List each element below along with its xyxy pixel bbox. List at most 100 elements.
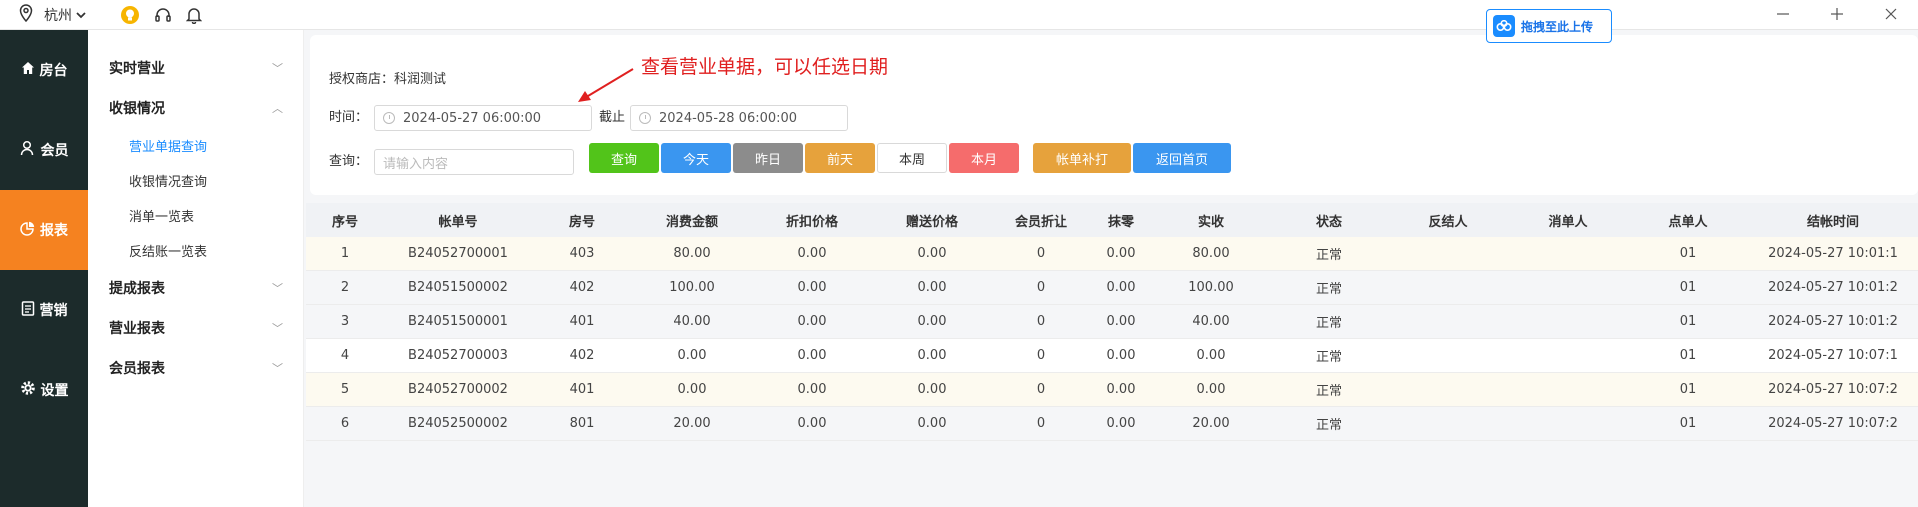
table-cell: B24051500001 [408, 314, 508, 329]
day-before-button[interactable]: 前天 [805, 143, 875, 173]
title-bar: 杭州 [0, 0, 1918, 30]
table-cell: 0.00 [917, 348, 947, 363]
this-week-button[interactable]: 本周 [877, 143, 947, 173]
column-header: 消单人 [1548, 214, 1588, 230]
column-header: 帐单号 [438, 214, 478, 230]
clock-icon [383, 112, 395, 124]
reprint-bill-button[interactable]: 帐单补打 [1033, 143, 1131, 173]
column-header: 抹零 [1107, 214, 1134, 230]
start-time-input[interactable]: 2024-05-27 06:00:00 [374, 105, 592, 131]
table-cell: 0 [1036, 348, 1046, 363]
table-cell: 正常 [1315, 248, 1342, 263]
column-header: 会员折让 [1014, 214, 1067, 230]
home-icon [21, 61, 35, 79]
yesterday-button[interactable]: 昨日 [733, 143, 803, 173]
nav-marketing[interactable]: 营销 [0, 270, 88, 350]
table-cell: 0.00 [797, 246, 827, 261]
table-cell: 正常 [1315, 282, 1342, 297]
nav-label: 会员 [40, 143, 69, 159]
bell-icon[interactable] [186, 6, 202, 24]
table-cell: 0 [1036, 416, 1046, 431]
nav-rooms[interactable]: 房台 [0, 30, 88, 110]
clipboard-icon [21, 300, 35, 320]
submenu-item-void-list[interactable]: 消单一览表 [88, 198, 303, 233]
table-row[interactable]: 5 B24052700002 401 0.00 0.00 0.00 0 0.00 0.00 正常 0… [306, 373, 1918, 407]
city-selector[interactable]: 杭州 [44, 5, 86, 25]
end-label: 截止 [599, 110, 626, 125]
table-cell: 01 [1679, 246, 1697, 261]
search-placeholder: 请输入内容 [383, 156, 449, 172]
minimize-icon[interactable] [1776, 5, 1790, 26]
table-cell: 正常 [1315, 350, 1342, 365]
column-header: 房号 [568, 214, 595, 230]
nav-reports[interactable]: 报表 [0, 190, 88, 270]
table-cell: 0.00 [917, 246, 947, 261]
nav-members[interactable]: 会员 [0, 110, 88, 190]
table-cell: 100.00 [1188, 280, 1234, 295]
table-cell: 40.00 [673, 314, 711, 329]
bulb-icon[interactable] [120, 5, 140, 25]
table-cell: 0 [1036, 382, 1046, 397]
nav-label: 报表 [40, 223, 68, 239]
drag-upload-button[interactable]: 拖拽至此上传 [1486, 9, 1612, 43]
table-cell: B24052700003 [408, 348, 508, 363]
table-row[interactable]: 1 B24052700001 403 80.00 0.00 0.00 0 0.00 80.00 正… [306, 237, 1918, 271]
table-cell: 正常 [1315, 384, 1342, 399]
maximize-icon[interactable] [1830, 5, 1844, 26]
chevron-up-icon: ︿ [272, 102, 283, 115]
submenu-cashier[interactable]: 收银情况 ︿ [88, 88, 303, 128]
submenu-group-label: 提成报表 [109, 281, 165, 297]
query-label: 查询： [329, 154, 369, 169]
table-cell: 1 [340, 246, 350, 261]
this-month-button[interactable]: 本月 [949, 143, 1019, 173]
table-cell: 403 [569, 246, 595, 261]
bill-table: 序号 帐单号 房号 消费金额 折扣价格 赠送价格 会员折让 抹零 实收 状态 反结人 消单人 点单人 结帐… [306, 203, 1918, 441]
nav-settings[interactable]: 设置 [0, 350, 88, 430]
submenu-item-cashier-query[interactable]: 收银情况查询 [88, 163, 303, 198]
table-cell: 2 [340, 280, 350, 295]
table-cell: 401 [569, 314, 595, 329]
query-button[interactable]: 查询 [589, 143, 659, 173]
table-cell: 0.00 [797, 314, 827, 329]
submenu-item-reverse-list[interactable]: 反结账一览表 [88, 233, 303, 268]
table-row[interactable]: 2 B24051500002 402 100.00 0.00 0.00 0 0.00 100.0… [306, 271, 1918, 305]
submenu-realtime[interactable]: 实时营业 ﹀ [88, 48, 303, 88]
submenu-item-bill-query[interactable]: 营业单据查询 [88, 128, 303, 163]
table-cell: 3 [340, 314, 350, 329]
user-icon [20, 140, 36, 160]
table-cell: 80.00 [673, 246, 711, 261]
table-cell: 0.00 [1106, 348, 1136, 363]
annotation-text: 查看营业单据，可以任选日期 [641, 56, 889, 78]
table-cell: 0.00 [917, 280, 947, 295]
table-cell: 0.00 [917, 382, 947, 397]
submenu-commission[interactable]: 提成报表 ﹀ [88, 268, 303, 308]
table-cell: 5 [340, 382, 350, 397]
table-row[interactable]: 3 B24051500001 401 40.00 0.00 0.00 0 0.00 40.00 正… [306, 305, 1918, 339]
search-input[interactable]: 请输入内容 [374, 149, 574, 175]
close-icon[interactable] [1884, 5, 1898, 26]
column-header: 反结人 [1428, 214, 1468, 230]
table-cell: 0.00 [1106, 416, 1136, 431]
table-cell: 0.00 [797, 348, 827, 363]
submenu-member[interactable]: 会员报表 ﹀ [88, 348, 303, 388]
today-button[interactable]: 今天 [661, 143, 731, 173]
submenu-group-label: 实时营业 [109, 61, 165, 77]
table-row[interactable]: 6 B24052500002 801 20.00 0.00 0.00 0 0.00 20.00 正… [306, 407, 1918, 441]
end-time-input[interactable]: 2024-05-28 06:00:00 [630, 105, 848, 131]
return-home-button[interactable]: 返回首页 [1133, 143, 1231, 173]
table-cell: 0 [1036, 280, 1046, 295]
cloud-upload-icon [1493, 15, 1515, 37]
chevron-down-icon: ﹀ [272, 62, 283, 75]
clock-icon [639, 112, 651, 124]
headset-icon[interactable] [154, 6, 172, 24]
nav-label: 营销 [39, 303, 68, 319]
chevron-down-icon [76, 7, 86, 23]
submenu-business[interactable]: 营业报表 ﹀ [88, 308, 303, 348]
table-cell: 402 [569, 280, 595, 295]
table-row[interactable]: 4 B24052700003 402 0.00 0.00 0.00 0 0.00 0.00 正常 0… [306, 339, 1918, 373]
report-submenu: 实时营业 ﹀ 收银情况 ︿ 营业单据查询 收银情况查询 消单一览表 反结账一览表… [88, 30, 304, 507]
table-cell: 正常 [1315, 316, 1342, 331]
table-cell: 0 [1036, 314, 1046, 329]
submenu-group-label: 会员报表 [109, 361, 165, 377]
table-cell: 801 [569, 416, 595, 431]
